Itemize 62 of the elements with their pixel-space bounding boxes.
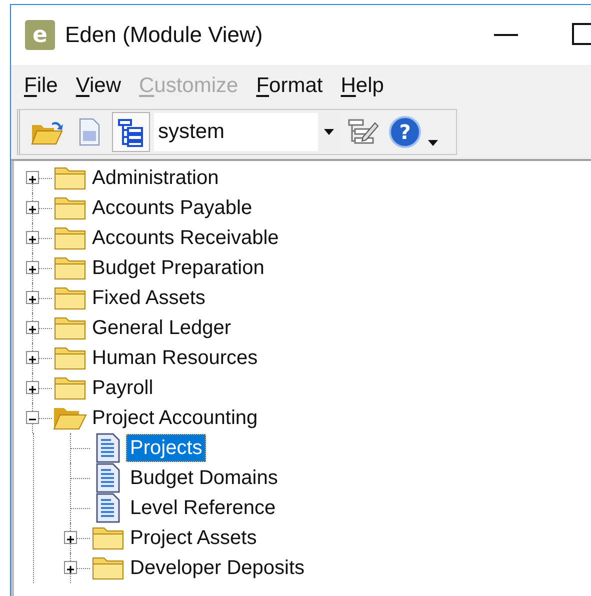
maximize-icon[interactable] (571, 22, 591, 46)
tree-item[interactable]: Human Resources (88, 344, 262, 372)
folder-icon (54, 376, 86, 400)
plus-icon (27, 234, 38, 245)
plus-icon (27, 174, 38, 185)
menu-item[interactable]: Format (249, 72, 330, 100)
tree-item[interactable]: Developer Deposits (126, 554, 309, 582)
tree-item[interactable]: Project Accounting (88, 404, 262, 432)
document-icon (95, 463, 121, 493)
folder-icon (54, 256, 86, 280)
expand-button[interactable] (26, 201, 39, 214)
expand-button[interactable] (26, 231, 39, 244)
tree-item[interactable]: Fixed Assets (88, 284, 210, 312)
overflow-arrow-icon[interactable] (428, 140, 438, 146)
plus-icon (27, 264, 38, 275)
tree-item[interactable]: Budget Preparation (88, 254, 268, 282)
expand-button[interactable] (26, 261, 39, 274)
tree-view-button[interactable] (112, 112, 150, 152)
expand-button[interactable] (26, 321, 39, 334)
folder-icon (54, 316, 86, 340)
tree-item[interactable]: Project Assets (126, 524, 261, 552)
tree-icon (117, 117, 145, 147)
folder-icon (54, 196, 86, 220)
plus-icon (27, 294, 38, 305)
expand-button[interactable] (26, 351, 39, 364)
expand-button[interactable] (64, 531, 77, 544)
tree-item[interactable]: Administration (88, 164, 223, 192)
open-folder-icon (53, 405, 87, 431)
app-logo: e (25, 20, 55, 50)
expand-button[interactable] (26, 171, 39, 184)
folder-icon (92, 526, 124, 550)
collapse-button[interactable] (26, 411, 39, 424)
tree-item[interactable]: Accounts Receivable (88, 224, 283, 252)
tree-item[interactable]: General Ledger (88, 314, 235, 342)
tree-item[interactable]: Level Reference (126, 494, 280, 522)
plus-icon (27, 204, 38, 215)
tree-item[interactable]: Payroll (88, 374, 158, 402)
document-icon (95, 433, 121, 463)
edit-list-icon (347, 117, 379, 147)
tree-item[interactable]: Accounts Payable (88, 194, 256, 222)
folder-icon (54, 166, 86, 190)
menu-item[interactable]: View (68, 72, 128, 100)
menu-item[interactable]: File (17, 72, 65, 100)
module-combo-box[interactable]: system (154, 113, 340, 151)
plus-icon (27, 324, 38, 335)
tree-item[interactable]: Budget Domains (126, 464, 282, 492)
plus-icon (27, 354, 38, 365)
plus-icon (65, 564, 76, 575)
plus-icon (27, 384, 38, 395)
window-title: Eden (Module View) (65, 22, 264, 48)
dropdown-arrow-icon (324, 129, 334, 135)
folder-icon (54, 226, 86, 250)
folder-icon (54, 286, 86, 310)
expand-button[interactable] (26, 291, 39, 304)
document-icon (95, 493, 121, 523)
folder-icon (54, 346, 86, 370)
plus-icon (65, 534, 76, 545)
expand-button[interactable] (26, 381, 39, 394)
menu-item[interactable]: Help (334, 72, 391, 100)
tree-item[interactable]: Projects (126, 434, 206, 462)
folder-icon (92, 556, 124, 580)
expand-button[interactable] (64, 561, 77, 574)
